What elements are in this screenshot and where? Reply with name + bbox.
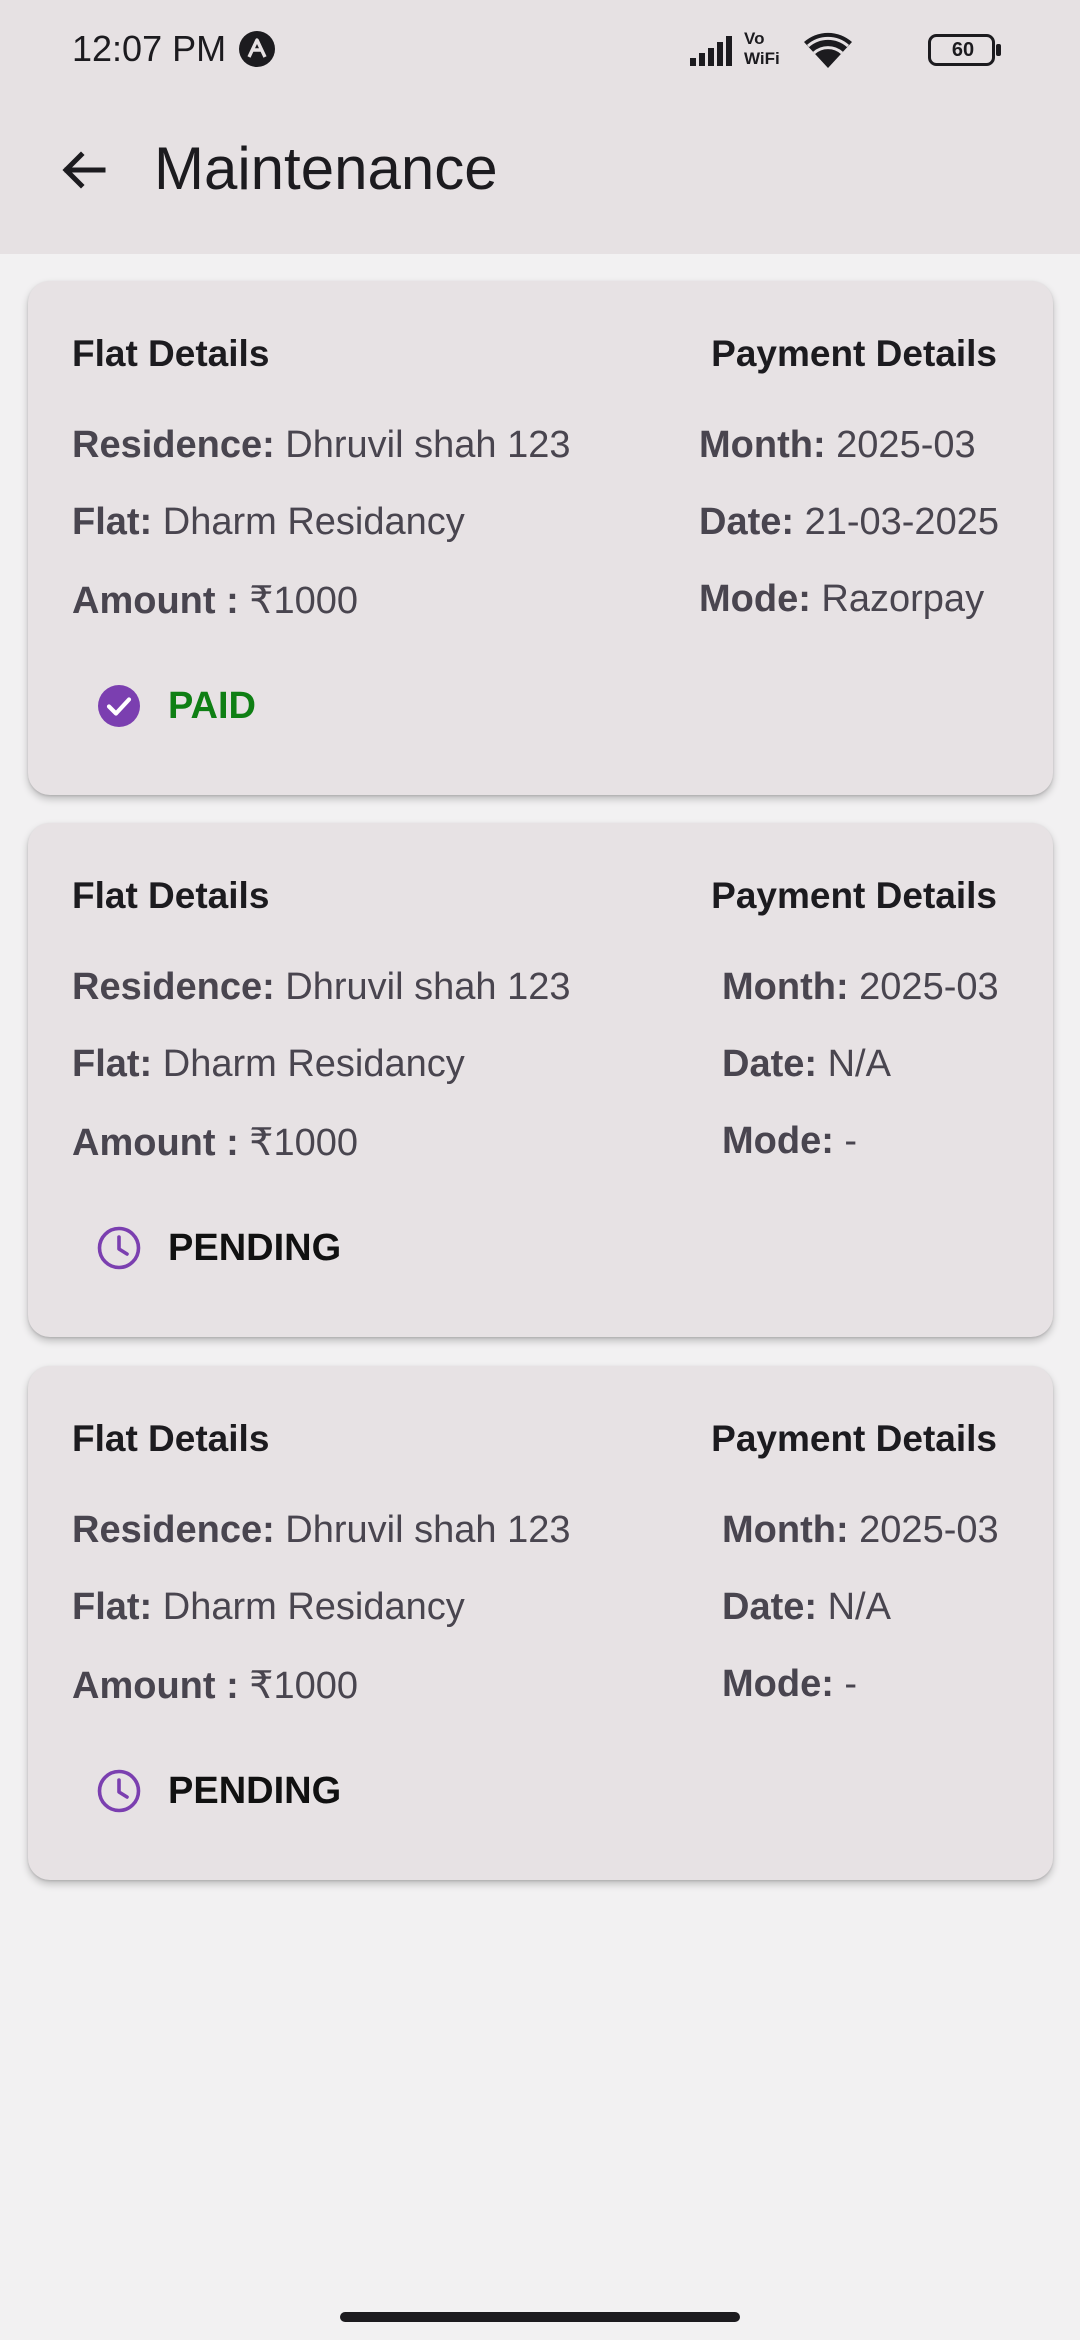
maintenance-card[interactable]: Flat Details Payment Details Residence: … <box>28 823 1053 1337</box>
flat-details-title: Flat Details <box>72 1418 270 1459</box>
month-label: Month: <box>699 424 826 466</box>
month-row: Month: 2025-03 <box>699 424 976 467</box>
signal-icon <box>690 36 732 66</box>
battery-level: 60 <box>951 39 975 61</box>
vowifi-icon: Vo WiFi <box>744 28 788 72</box>
flat-label: Flat: <box>72 1043 153 1085</box>
amount-label: Amount : <box>72 1665 239 1707</box>
date-value: N/A <box>817 1586 891 1628</box>
date-row: Date: 21-03-2025 <box>699 501 999 544</box>
residence-row: Residence: Dhruvil shah 123 <box>72 1509 570 1552</box>
a-circle-icon <box>239 31 275 67</box>
amount-label: Amount : <box>72 580 239 622</box>
date-label: Date: <box>722 1043 818 1085</box>
residence-value: Dhruvil shah 123 <box>274 966 571 1008</box>
residence-label: Residence: <box>72 424 275 466</box>
payment-details-title: Payment Details <box>711 1418 997 1459</box>
maintenance-card[interactable]: Flat Details Payment Details Residence: … <box>28 1366 1053 1880</box>
flat-label: Flat: <box>72 501 153 543</box>
residence-label: Residence: <box>72 1509 275 1551</box>
flat-details-title: Flat Details <box>72 333 270 374</box>
flat-label: Flat: <box>72 1586 153 1628</box>
amount-value: ₹1000 <box>238 580 359 622</box>
clock-icon <box>97 1226 141 1270</box>
status-label: PENDING <box>168 1226 342 1269</box>
amount-row: Amount : ₹1000 <box>72 1120 358 1165</box>
mode-row: Mode: - <box>722 1663 857 1706</box>
amount-row: Amount : ₹1000 <box>72 1663 358 1708</box>
mode-label: Mode: <box>722 1120 834 1162</box>
mode-label: Mode: <box>699 578 811 620</box>
amount-value: ₹1000 <box>238 1665 359 1707</box>
mode-row: Mode: - <box>722 1120 857 1163</box>
month-value: 2025-03 <box>825 424 976 466</box>
date-row: Date: N/A <box>722 1043 891 1086</box>
maintenance-card[interactable]: Flat Details Payment Details Residence: … <box>28 281 1053 795</box>
payment-details-title: Payment Details <box>711 333 997 374</box>
month-value: 2025-03 <box>848 966 999 1008</box>
residence-label: Residence: <box>72 966 275 1008</box>
amount-value: ₹1000 <box>238 1122 359 1164</box>
page-title: Maintenance <box>154 135 498 202</box>
mode-value: - <box>833 1120 858 1162</box>
date-label: Date: <box>722 1586 818 1628</box>
status-icons: Vo WiFi 60 <box>682 26 1002 74</box>
payment-status: PAID <box>96 681 256 731</box>
screen: 12:07 PM Vo WiFi 60 Maintenance Flat Det… <box>0 0 1080 2340</box>
mode-value: - <box>833 1663 858 1705</box>
flat-details-title: Flat Details <box>72 875 270 916</box>
flat-row: Flat: Dharm Residancy <box>72 1043 465 1086</box>
payment-status: PENDING <box>96 1223 341 1273</box>
residence-value: Dhruvil shah 123 <box>274 424 571 466</box>
amount-row: Amount : ₹1000 <box>72 578 358 623</box>
date-value: N/A <box>817 1043 891 1085</box>
month-row: Month: 2025-03 <box>722 966 999 1009</box>
amount-label: Amount : <box>72 1122 239 1164</box>
payment-status: PENDING <box>96 1766 341 1816</box>
arrow-back-icon <box>62 151 106 189</box>
month-value: 2025-03 <box>848 1509 999 1551</box>
vowifi-bottom-label: WiFi <box>744 49 780 68</box>
date-row: Date: N/A <box>722 1586 891 1629</box>
gesture-nav-handle[interactable] <box>340 2312 740 2322</box>
status-label: PAID <box>168 684 256 727</box>
payment-details-title: Payment Details <box>711 875 997 916</box>
residence-row: Residence: Dhruvil shah 123 <box>72 424 570 467</box>
clock-icon <box>97 1769 141 1813</box>
residence-value: Dhruvil shah 123 <box>274 1509 571 1551</box>
status-bar: 12:07 PM Vo WiFi 60 <box>0 0 1080 100</box>
month-label: Month: <box>722 1509 849 1551</box>
date-value: 21-03-2025 <box>794 501 999 543</box>
check-circle-icon <box>98 685 140 727</box>
mode-label: Mode: <box>722 1663 834 1705</box>
flat-value: Dharm Residancy <box>152 1043 465 1085</box>
residence-row: Residence: Dhruvil shah 123 <box>72 966 570 1009</box>
mode-row: Mode: Razorpay <box>699 578 984 621</box>
app-bar: Maintenance <box>0 100 1080 254</box>
month-row: Month: 2025-03 <box>722 1509 999 1552</box>
mode-value: Razorpay <box>810 578 985 620</box>
back-button[interactable] <box>44 130 124 210</box>
month-label: Month: <box>722 966 849 1008</box>
status-label: PENDING <box>168 1769 342 1812</box>
status-time: 12:07 PM <box>72 28 227 69</box>
flat-value: Dharm Residancy <box>152 1586 465 1628</box>
flat-value: Dharm Residancy <box>152 501 465 543</box>
flat-row: Flat: Dharm Residancy <box>72 1586 465 1629</box>
wifi-icon <box>804 32 852 68</box>
date-label: Date: <box>699 501 795 543</box>
flat-row: Flat: Dharm Residancy <box>72 501 465 544</box>
vowifi-top-label: Vo <box>744 29 765 48</box>
